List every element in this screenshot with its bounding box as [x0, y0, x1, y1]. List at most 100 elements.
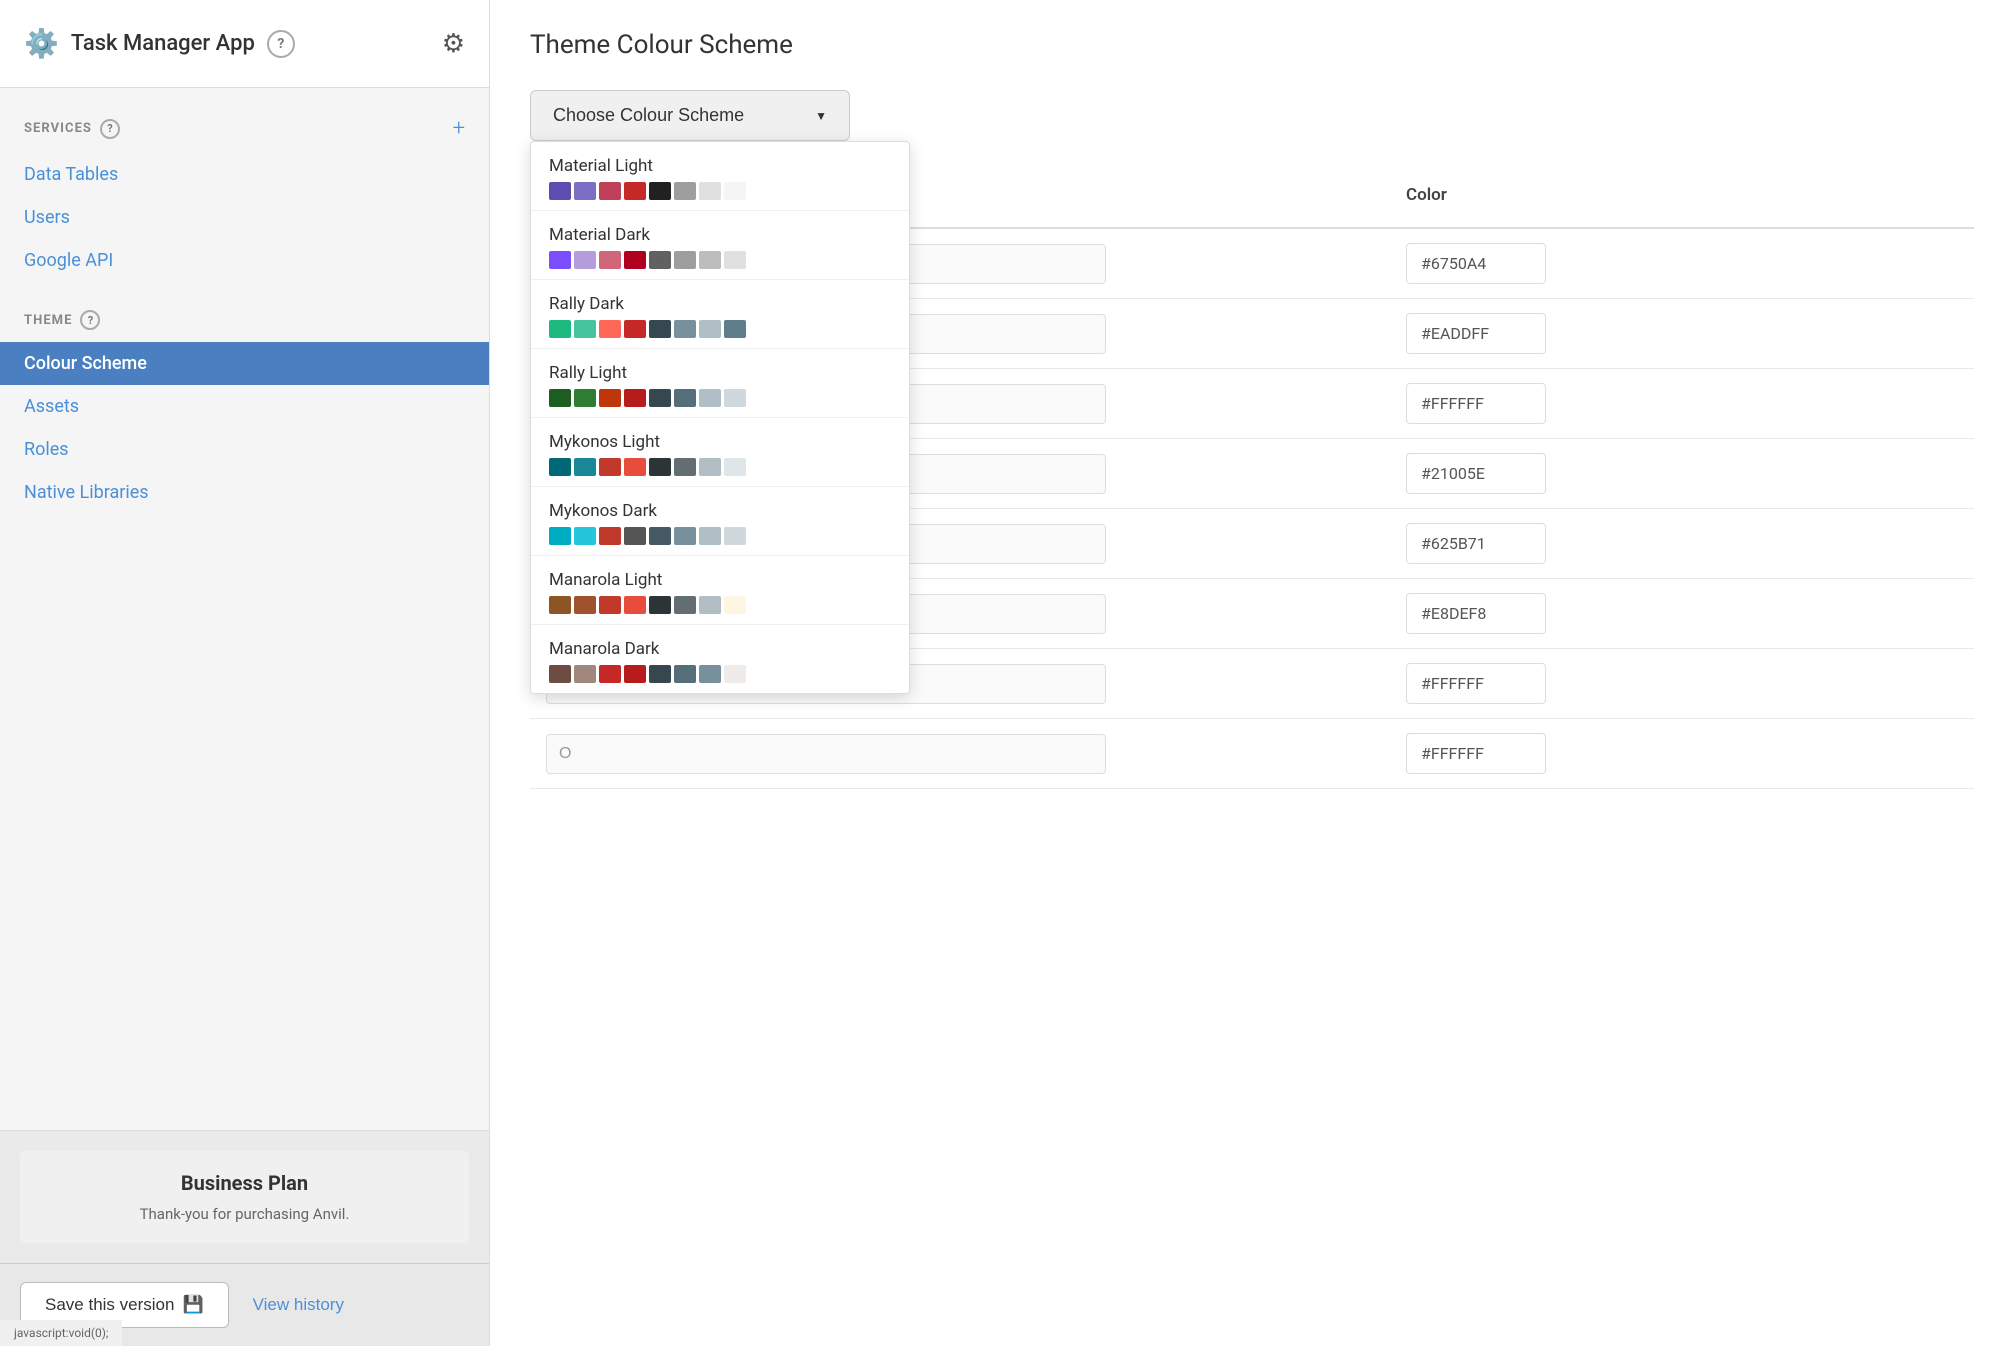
- sidebar-nav: SERVICES ? + Data Tables Users Google AP…: [0, 88, 489, 1130]
- color-swatch: [599, 527, 621, 545]
- theme-section-header: THEME ?: [0, 302, 489, 342]
- plan-box: Business Plan Thank-you for purchasing A…: [20, 1151, 469, 1243]
- app-title: Task Manager App: [71, 31, 255, 56]
- color-swatch: [624, 527, 646, 545]
- scheme-name: Manarola Dark: [549, 639, 891, 659]
- sidebar-footer: Business Plan Thank-you for purchasing A…: [0, 1130, 489, 1263]
- status-bar: javascript:void(0);: [0, 1320, 122, 1346]
- services-help-icon[interactable]: ?: [100, 119, 120, 139]
- color-swatch: [699, 320, 721, 338]
- color-swatch: [624, 320, 646, 338]
- color-swatch: [574, 665, 596, 683]
- sidebar-item-users[interactable]: Users: [0, 196, 489, 239]
- color-swatch: [599, 389, 621, 407]
- header-help-icon[interactable]: ?: [267, 30, 295, 58]
- color-swatch: [549, 665, 571, 683]
- settings-icon[interactable]: ⚙: [442, 29, 465, 59]
- dropdown-item-manarola-light[interactable]: Manarola Light: [531, 556, 909, 625]
- color-swatch: [724, 665, 746, 683]
- sidebar-header-left: ⚙️ Task Manager App ?: [24, 27, 295, 60]
- dropdown-item-mykonos-dark[interactable]: Mykonos Dark: [531, 487, 909, 556]
- save-version-label: Save this version: [45, 1295, 174, 1315]
- color-swatch: [624, 251, 646, 269]
- main-content: Theme Colour Scheme Choose Colour Scheme…: [490, 0, 2014, 1346]
- add-service-button[interactable]: +: [453, 116, 465, 141]
- dropdown-item-material-dark[interactable]: Material Dark: [531, 211, 909, 280]
- cell-name-7: [530, 720, 1390, 788]
- name-input-7[interactable]: [546, 734, 1106, 774]
- cell-color-6: #FFFFFF: [1390, 649, 1974, 718]
- color-swatch: [624, 389, 646, 407]
- dropdown-item-mykonos-light[interactable]: Mykonos Light: [531, 418, 909, 487]
- color-swatch: [674, 665, 696, 683]
- color-swatches: [549, 389, 891, 407]
- color-swatch: [724, 458, 746, 476]
- save-icon: 💾: [182, 1295, 203, 1315]
- dropdown-item-material-light[interactable]: Material Light: [531, 142, 909, 211]
- dropdown-item-manarola-dark[interactable]: Manarola Dark: [531, 625, 909, 693]
- dropdown-item-rally-dark[interactable]: Rally Dark: [531, 280, 909, 349]
- sidebar-item-native-libraries[interactable]: Native Libraries: [0, 471, 489, 514]
- theme-help-icon[interactable]: ?: [80, 310, 100, 330]
- color-swatch: [649, 182, 671, 200]
- color-swatch: [724, 251, 746, 269]
- color-swatch: [699, 389, 721, 407]
- color-swatch: [649, 251, 671, 269]
- color-swatch: [599, 596, 621, 614]
- sidebar-item-data-tables[interactable]: Data Tables: [0, 153, 489, 196]
- color-swatch: [699, 182, 721, 200]
- plan-title: Business Plan: [40, 1171, 449, 1195]
- color-swatch: [724, 182, 746, 200]
- color-value-7: #FFFFFF: [1406, 733, 1546, 774]
- color-swatch: [574, 251, 596, 269]
- color-swatch: [549, 182, 571, 200]
- color-swatch: [549, 320, 571, 338]
- color-swatches: [549, 665, 891, 683]
- color-swatch: [724, 320, 746, 338]
- page-title: Theme Colour Scheme: [530, 30, 1974, 60]
- color-swatch: [674, 251, 696, 269]
- cell-color-2: #FFFFFF: [1390, 369, 1974, 438]
- color-swatch: [674, 596, 696, 614]
- col-color-header: Color: [1390, 171, 1974, 219]
- color-swatch: [649, 665, 671, 683]
- colour-scheme-dropdown-menu: Material Light Material DarkRally DarkRal…: [530, 141, 910, 694]
- color-value-1: #EADDFF: [1406, 313, 1546, 354]
- view-history-button[interactable]: View history: [253, 1295, 344, 1315]
- dropdown-item-rally-light[interactable]: Rally Light: [531, 349, 909, 418]
- color-swatch: [549, 596, 571, 614]
- services-label: SERVICES: [24, 121, 92, 136]
- color-swatch: [674, 320, 696, 338]
- scheme-name: Manarola Light: [549, 570, 891, 590]
- color-swatch: [699, 596, 721, 614]
- color-swatch: [699, 458, 721, 476]
- color-value-3: #21005E: [1406, 453, 1546, 494]
- services-section-header: SERVICES ? +: [0, 108, 489, 153]
- color-swatch: [649, 320, 671, 338]
- sidebar-item-assets[interactable]: Assets: [0, 385, 489, 428]
- color-value-5: #E8DEF8: [1406, 593, 1546, 634]
- scheme-name: Material Light: [549, 156, 891, 176]
- color-value-0: #6750A4: [1406, 243, 1546, 284]
- color-swatches: [549, 527, 891, 545]
- table-row: #FFFFFF: [530, 719, 1974, 789]
- cell-color-4: #625B71: [1390, 509, 1974, 578]
- color-value-4: #625B71: [1406, 523, 1546, 564]
- color-swatch: [699, 527, 721, 545]
- theme-label: THEME: [24, 313, 72, 328]
- color-swatch: [549, 389, 571, 407]
- color-swatch: [574, 320, 596, 338]
- color-swatch: [724, 596, 746, 614]
- sidebar-item-colour-scheme[interactable]: Colour Scheme: [0, 342, 489, 385]
- color-swatch: [574, 527, 596, 545]
- color-swatch: [649, 596, 671, 614]
- scheme-name: Mykonos Light: [549, 432, 891, 452]
- colour-scheme-dropdown-wrapper: Choose Colour Scheme ▼ Material LightMat…: [530, 90, 850, 141]
- colour-scheme-dropdown-button[interactable]: Choose Colour Scheme ▼: [530, 90, 850, 141]
- sidebar-item-roles[interactable]: Roles: [0, 428, 489, 471]
- color-swatch: [549, 458, 571, 476]
- color-swatches: [549, 458, 891, 476]
- sidebar-header: ⚙️ Task Manager App ? ⚙: [0, 0, 489, 88]
- sidebar-item-google-api[interactable]: Google API: [0, 239, 489, 282]
- color-swatch: [649, 389, 671, 407]
